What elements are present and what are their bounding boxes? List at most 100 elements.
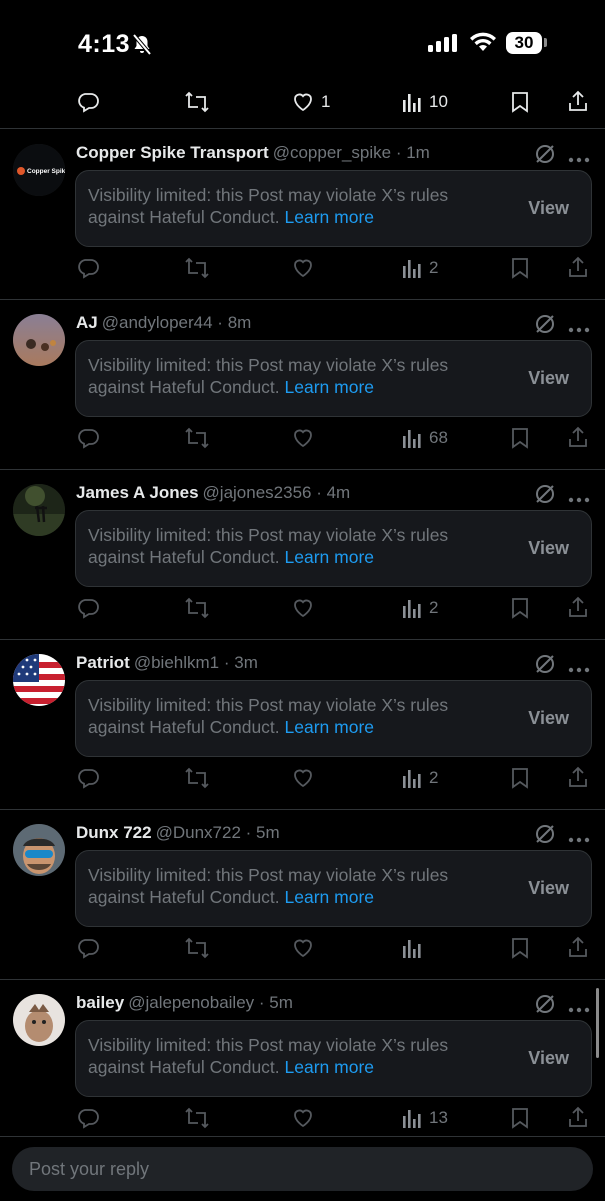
heart-icon[interactable] (291, 936, 315, 960)
share-icon[interactable] (567, 255, 589, 279)
scrollbar-thumb[interactable] (596, 988, 599, 1058)
more-options-icon[interactable] (568, 1000, 590, 1018)
bookmark-icon[interactable] (509, 256, 531, 280)
bookmark-icon[interactable] (509, 1106, 531, 1130)
learn-more-link[interactable]: Learn more (285, 377, 375, 397)
reply-icon[interactable] (76, 1106, 100, 1130)
display-name[interactable]: bailey (76, 993, 124, 1012)
view-button[interactable]: View (528, 368, 569, 389)
learn-more-link[interactable]: Learn more (285, 887, 375, 907)
view-button[interactable]: View (528, 198, 569, 219)
limited-visibility-icon[interactable] (534, 143, 556, 170)
avatar[interactable] (13, 824, 65, 876)
post[interactable]: Copper Spike Copper Spike Transport @copp… (0, 130, 605, 300)
share-icon[interactable] (567, 89, 589, 113)
repost-icon[interactable] (184, 1106, 210, 1130)
heart-icon[interactable] (291, 1106, 315, 1130)
bookmark-icon[interactable] (509, 426, 531, 450)
view-button[interactable]: View (528, 538, 569, 559)
share-icon[interactable] (567, 765, 589, 789)
heart-icon[interactable] (291, 596, 315, 620)
repost-icon[interactable] (184, 596, 210, 620)
reply-icon[interactable] (76, 596, 100, 620)
repost-icon[interactable] (184, 936, 210, 960)
share-icon[interactable] (567, 425, 589, 449)
limited-visibility-icon[interactable] (534, 823, 556, 850)
more-options-icon[interactable] (568, 660, 590, 678)
avatar[interactable] (13, 484, 65, 536)
limited-visibility-icon[interactable] (534, 483, 556, 510)
bookmark-icon[interactable] (509, 90, 531, 114)
bookmark-icon[interactable] (509, 936, 531, 960)
user-handle[interactable]: @copper_spike (273, 143, 391, 162)
bell-slash-icon (132, 33, 152, 61)
heart-icon[interactable] (291, 256, 315, 280)
share-icon[interactable] (567, 935, 589, 959)
reply-icon[interactable] (76, 936, 100, 960)
view-count: 68 (429, 428, 448, 447)
views-button[interactable]: 10 (401, 90, 448, 114)
post-actions: 68 (0, 418, 605, 458)
views-button[interactable] (401, 936, 429, 960)
limited-visibility-icon[interactable] (534, 653, 556, 680)
repost-icon[interactable] (184, 426, 210, 450)
user-handle[interactable]: @Dunx722 (156, 823, 241, 842)
display-name[interactable]: James A Jones (76, 483, 199, 502)
share-icon[interactable] (567, 1105, 589, 1129)
limited-visibility-icon[interactable] (534, 313, 556, 340)
avatar-logo-text: Copper Spike (27, 168, 65, 175)
views-icon (403, 940, 421, 958)
avatar[interactable] (13, 994, 65, 1046)
post[interactable]: bailey @jalepenobailey · 5m Visibility li… (0, 980, 605, 1150)
avatar[interactable]: Copper Spike (13, 144, 65, 196)
reply-icon[interactable] (76, 426, 100, 450)
reply-icon[interactable] (76, 256, 100, 280)
heart-icon[interactable] (291, 426, 315, 450)
user-handle[interactable]: @jajones2356 (203, 483, 312, 502)
views-button[interactable]: 13 (401, 1106, 448, 1130)
display-name[interactable]: Copper Spike Transport (76, 143, 269, 162)
more-options-icon[interactable] (568, 150, 590, 168)
repost-icon[interactable] (184, 90, 210, 114)
post[interactable]: AJ @andyloper44 · 8m Visibility limited: … (0, 300, 605, 470)
more-options-icon[interactable] (568, 490, 590, 508)
reply-icon[interactable] (76, 766, 100, 790)
bookmark-icon[interactable] (509, 596, 531, 620)
views-button[interactable]: 68 (401, 426, 448, 450)
learn-more-link[interactable]: Learn more (285, 207, 375, 227)
heart-icon[interactable] (291, 766, 315, 790)
user-handle[interactable]: @biehlkm1 (134, 653, 219, 672)
separator-dot: · (219, 653, 235, 672)
more-options-icon[interactable] (568, 830, 590, 848)
reply-input[interactable]: Post your reply (12, 1147, 593, 1191)
user-handle[interactable]: @andyloper44 (102, 313, 213, 332)
display-name[interactable]: Dunx 722 (76, 823, 152, 842)
post[interactable]: Patriot @biehlkm1 · 3m Visibility limited… (0, 640, 605, 810)
share-icon[interactable] (567, 595, 589, 619)
display-name[interactable]: Patriot (76, 653, 130, 672)
visibility-notice: Visibility limited: this Post may violat… (75, 170, 592, 247)
views-button[interactable]: 2 (401, 766, 438, 790)
views-button[interactable]: 2 (401, 256, 438, 280)
reply-icon[interactable] (76, 90, 100, 114)
avatar[interactable] (13, 314, 65, 366)
repost-icon[interactable] (184, 766, 210, 790)
repost-icon[interactable] (184, 256, 210, 280)
learn-more-link[interactable]: Learn more (285, 1057, 375, 1077)
learn-more-link[interactable]: Learn more (285, 547, 375, 567)
avatar[interactable] (13, 654, 65, 706)
user-handle[interactable]: @jalepenobailey (128, 993, 254, 1012)
display-name[interactable]: AJ (76, 313, 98, 332)
more-options-icon[interactable] (568, 320, 590, 338)
bookmark-icon[interactable] (509, 766, 531, 790)
views-icon (403, 260, 421, 278)
limited-visibility-icon[interactable] (534, 993, 556, 1020)
view-button[interactable]: View (528, 1048, 569, 1069)
view-button[interactable]: View (528, 708, 569, 729)
view-button[interactable]: View (528, 878, 569, 899)
views-button[interactable]: 2 (401, 596, 438, 620)
learn-more-link[interactable]: Learn more (285, 717, 375, 737)
like-button[interactable]: 1 (291, 90, 330, 114)
post[interactable]: Dunx 722 @Dunx722 · 5m Visibility limited… (0, 810, 605, 980)
post[interactable]: James A Jones @jajones2356 · 4m Visibilit… (0, 470, 605, 640)
